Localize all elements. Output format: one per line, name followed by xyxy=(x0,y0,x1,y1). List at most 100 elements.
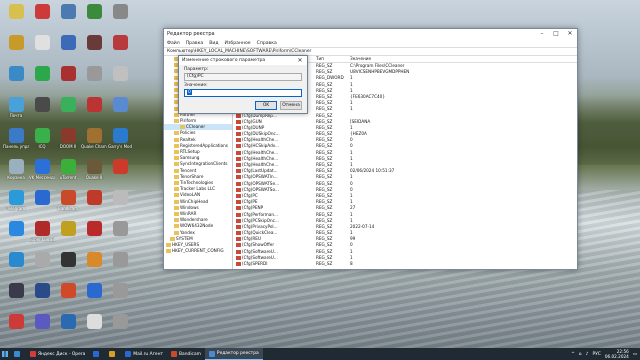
desktop-icon[interactable] xyxy=(29,283,55,299)
taskbar-item[interactable]: Редактор реестра xyxy=(204,348,263,360)
value-row[interactable]: (Cfg)SPERDI REG_SZ 8 xyxy=(233,261,577,267)
desktop-icon[interactable] xyxy=(55,314,81,330)
desktop-icon[interactable] xyxy=(29,35,55,51)
desktop-icon[interactable] xyxy=(55,4,81,20)
menu-file[interactable]: Файл xyxy=(167,41,180,46)
desktop-icon[interactable]: DOOM II xyxy=(55,128,81,149)
app-icon xyxy=(34,128,50,143)
taskbar-item[interactable]: Mail.ru Агент xyxy=(121,348,167,360)
desktop-icon[interactable] xyxy=(107,190,133,206)
desktop-icon[interactable] xyxy=(107,4,133,20)
desktop-icon-label: uTorrent xyxy=(59,175,77,180)
app-icon xyxy=(8,252,24,267)
column-value[interactable]: Значение xyxy=(350,55,577,62)
desktop-icon[interactable] xyxy=(107,66,133,82)
desktop-icon[interactable] xyxy=(81,283,107,299)
desktop-icon[interactable]: ICQ xyxy=(29,128,55,149)
desktop-icon[interactable]: Garry's Mod xyxy=(107,128,133,149)
desktop-icon[interactable] xyxy=(107,159,133,175)
desktop-icon[interactable] xyxy=(107,283,133,299)
taskbar-item[interactable] xyxy=(105,348,121,360)
reg-string-icon xyxy=(236,200,241,205)
desktop-icon-label: Bandicam xyxy=(58,206,78,211)
ok-button[interactable]: OK xyxy=(255,101,277,110)
desktop-icon[interactable] xyxy=(107,221,133,237)
desktop-icon[interactable] xyxy=(29,252,55,268)
menu-favorites[interactable]: Избранное xyxy=(225,41,251,46)
column-type[interactable]: Тип xyxy=(316,55,350,62)
desktop-icon[interactable] xyxy=(55,283,81,299)
desktop-icon[interactable] xyxy=(107,252,133,268)
desktop-icon[interactable] xyxy=(29,314,55,330)
title-bar[interactable]: Редактор реестра – □ ✕ xyxy=(164,29,577,39)
desktop-icon[interactable]: Bandicam xyxy=(55,190,81,211)
desktop-icon[interactable] xyxy=(107,314,133,330)
desktop-icon[interactable]: Super Lux Edition xyxy=(29,221,55,242)
desktop-icon[interactable] xyxy=(81,66,107,82)
desktop-icon[interactable] xyxy=(29,66,55,82)
windows-start-icon[interactable] xyxy=(0,348,10,360)
value-text: 0 xyxy=(187,90,192,95)
desktop-icon[interactable] xyxy=(3,283,29,299)
taskbar-item[interactable] xyxy=(10,348,26,360)
clock[interactable]: 22:56 06.02.2024 xyxy=(605,349,629,359)
desktop-icon[interactable] xyxy=(3,314,29,330)
desktop-icon[interactable] xyxy=(81,221,107,237)
reg-string-icon xyxy=(236,169,241,174)
desktop-icon[interactable] xyxy=(3,221,29,237)
desktop-icon[interactable]: Корзина xyxy=(3,159,29,180)
desktop-icon[interactable] xyxy=(55,35,81,51)
close-icon[interactable]: ✕ xyxy=(563,29,577,39)
tree-node[interactable]: HKEY_CURRENT_CONFIG xyxy=(164,248,232,254)
desktop-icon[interactable] xyxy=(29,190,55,206)
desktop-icon[interactable] xyxy=(81,190,107,206)
desktop-icon[interactable] xyxy=(3,252,29,268)
desktop-icon[interactable]: Панель управления xyxy=(3,128,29,149)
desktop-icon[interactable]: Почта xyxy=(3,97,29,118)
desktop-icon[interactable] xyxy=(29,97,55,113)
desktop-icon[interactable] xyxy=(29,4,55,20)
notifications-icon[interactable]: ▭ xyxy=(633,352,637,357)
dialog-title-bar[interactable]: Изменение строкового параметра ✕ xyxy=(179,56,307,65)
volume-icon[interactable]: ♪ xyxy=(586,352,589,357)
desktop-icon[interactable] xyxy=(3,35,29,51)
cancel-button[interactable]: Отмена xyxy=(280,101,302,110)
menu-edit[interactable]: Правка xyxy=(186,41,203,46)
taskbar-item[interactable]: Яндекс Диск - Opera xyxy=(26,348,89,360)
network-icon[interactable]: ⌂ xyxy=(579,352,582,357)
app-icon xyxy=(34,283,50,298)
desktop-icon[interactable]: Quake II xyxy=(81,159,107,180)
desktop-icon[interactable] xyxy=(3,66,29,82)
edit-string-dialog[interactable]: Изменение строкового параметра ✕ Парамет… xyxy=(178,55,308,114)
desktop-icon[interactable]: Telegram xyxy=(3,190,29,211)
desktop-icon[interactable] xyxy=(55,66,81,82)
desktop-icon[interactable]: VK Мессенджер xyxy=(29,159,55,180)
dialog-close-icon[interactable]: ✕ xyxy=(293,56,307,66)
desktop-icon[interactable] xyxy=(81,97,107,113)
value-name: (Cfg)PC xyxy=(242,192,258,198)
taskbar-item[interactable]: Bandicam xyxy=(167,348,205,360)
desktop-icon[interactable] xyxy=(107,35,133,51)
desktop-icon[interactable] xyxy=(55,97,81,113)
desktop-icon[interactable]: uTorrent xyxy=(55,159,81,180)
minimize-icon[interactable]: – xyxy=(535,29,549,39)
desktop-icon[interactable]: Quake Champions xyxy=(81,128,107,149)
desktop-icon[interactable] xyxy=(55,252,81,268)
taskbar-item-label: Редактор реестра xyxy=(216,351,259,356)
desktop-icon[interactable] xyxy=(107,97,133,113)
desktop-icon[interactable] xyxy=(81,4,107,20)
folder-icon xyxy=(166,249,171,254)
menu-help[interactable]: Справка xyxy=(257,41,277,46)
menu-view[interactable]: Вид xyxy=(209,41,218,46)
value-input[interactable]: 0 xyxy=(184,89,302,97)
desktop-icon[interactable] xyxy=(81,35,107,51)
desktop-icon[interactable] xyxy=(55,221,81,237)
tray-arrow-icon[interactable]: ^ xyxy=(571,352,575,357)
desktop-icon[interactable] xyxy=(81,252,107,268)
language-indicator[interactable]: РУС xyxy=(592,352,600,357)
tree-node[interactable]: SyncIntegrationClients xyxy=(164,161,232,167)
maximize-icon[interactable]: □ xyxy=(549,29,563,39)
taskbar-item[interactable] xyxy=(89,348,105,360)
desktop-icon[interactable] xyxy=(3,4,29,20)
desktop-icon[interactable] xyxy=(81,314,107,330)
